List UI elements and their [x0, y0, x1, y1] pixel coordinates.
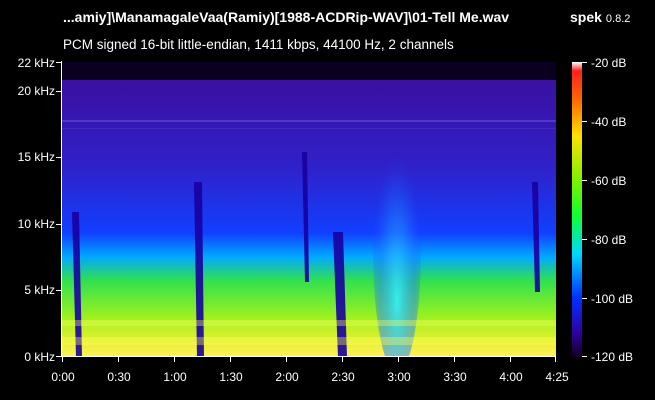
- x-tick: [118, 357, 119, 362]
- x-tick: [398, 357, 399, 362]
- x-tick: [230, 357, 231, 362]
- y-tick: [56, 224, 61, 225]
- y-label-22: 22 kHz: [17, 56, 55, 70]
- app-brand: spek 0.8.2: [570, 9, 630, 27]
- colorbar-tick: [582, 62, 587, 63]
- app-name: spek: [570, 9, 602, 25]
- x-label-0030: 0:30: [107, 370, 131, 384]
- colorbar-tick: [582, 180, 587, 181]
- colorbar-tick: [582, 356, 587, 357]
- x-label-0300: 3:00: [387, 370, 411, 384]
- spectrogram-image: [62, 62, 556, 357]
- y-label-15: 15 kHz: [17, 150, 55, 164]
- x-label-0000: 0:00: [51, 370, 75, 384]
- y-tick: [56, 62, 61, 63]
- app-version: 0.8.2: [605, 13, 631, 25]
- y-label-10: 10 kHz: [17, 217, 55, 231]
- x-tick: [174, 357, 175, 362]
- x-label-0100: 1:00: [163, 370, 187, 384]
- file-title: ...amiy]\ManamagaleVaa(Ramiy)[1988-ACDRi…: [63, 9, 510, 25]
- x-tick: [454, 357, 455, 362]
- x-tick: [286, 357, 287, 362]
- colorbar-label-minus120: -120 dB: [591, 350, 634, 364]
- x-label-0425: 4:25: [545, 370, 569, 384]
- colorbar-tick: [582, 121, 587, 122]
- spectrogram-canvas[interactable]: [62, 62, 556, 357]
- y-tick: [56, 91, 61, 92]
- x-tick: [62, 357, 63, 362]
- x-tick: [342, 357, 343, 362]
- x-tick: [510, 357, 511, 362]
- y-tick: [56, 157, 61, 158]
- x-label-0330: 3:30: [443, 370, 467, 384]
- colorbar-tick: [582, 239, 587, 240]
- colorbar-label-minus20: -20 dB: [591, 56, 627, 70]
- x-label-0400: 4:00: [499, 370, 523, 384]
- y-label-0: 0 kHz: [24, 350, 55, 364]
- y-tick: [56, 356, 61, 357]
- x-tick: [555, 357, 556, 362]
- colorbar-label-minus40: -40 dB: [591, 115, 627, 129]
- colorbar-label-minus80: -80 dB: [591, 233, 627, 247]
- colorbar: [572, 62, 582, 357]
- y-label-5: 5 kHz: [24, 283, 55, 297]
- x-label-0130: 1:30: [219, 370, 243, 384]
- stream-info: PCM signed 16-bit little-endian, 1411 kb…: [63, 37, 454, 52]
- x-label-0230: 2:30: [331, 370, 355, 384]
- colorbar-label-minus100: -100 dB: [591, 292, 634, 306]
- x-label-0200: 2:00: [275, 370, 299, 384]
- colorbar-label-minus60: -60 dB: [591, 174, 627, 188]
- y-label-20: 20 kHz: [17, 84, 55, 98]
- y-tick: [56, 290, 61, 291]
- colorbar-tick: [582, 298, 587, 299]
